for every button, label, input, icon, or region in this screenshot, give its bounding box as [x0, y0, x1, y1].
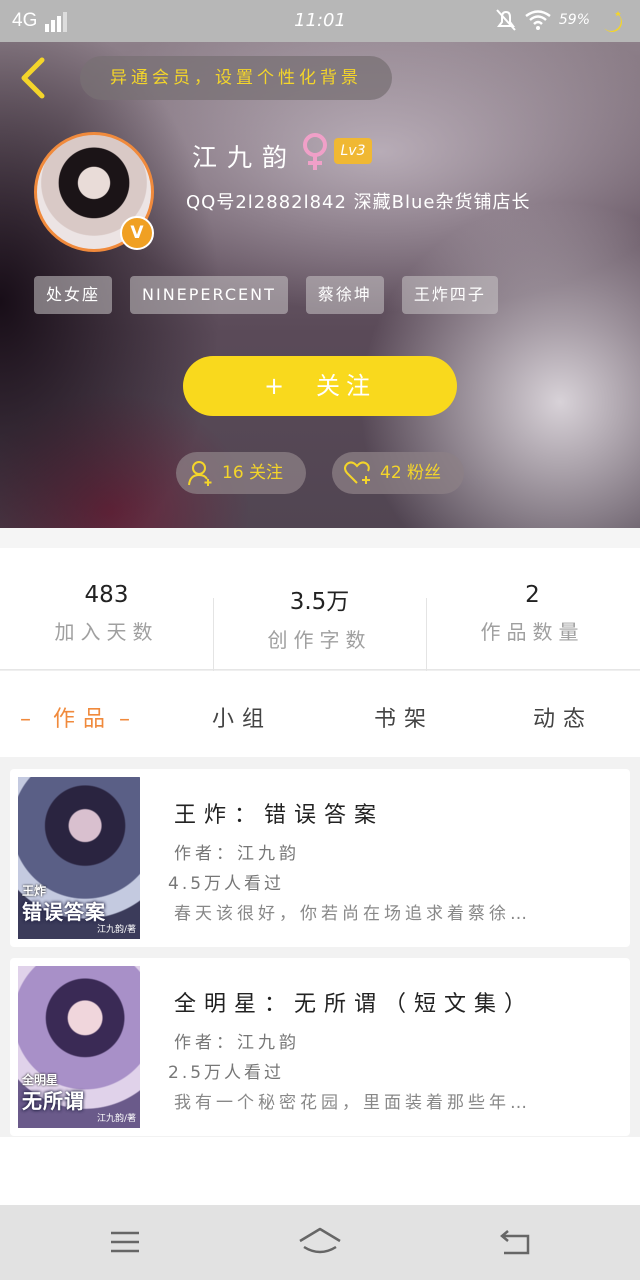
tag[interactable]: 王炸四子 — [401, 276, 498, 314]
tab-dash: – — [119, 707, 139, 732]
work-views: 4.5万人看过 — [168, 874, 285, 894]
system-nav-bar — [0, 1205, 640, 1280]
work-description: 春天该很好，你若尚在场追求着蔡徐… — [174, 904, 531, 924]
home-icon[interactable] — [298, 1225, 342, 1259]
mute-icon — [496, 9, 516, 31]
battery-level: 59% — [558, 12, 590, 28]
work-author: 作者：江九韵 — [174, 1033, 300, 1053]
tab-label: 作品 — [53, 707, 114, 732]
work-author: 作者：江九韵 — [174, 844, 300, 864]
tab-dash: – — [20, 707, 39, 732]
book-cover: 全明星 无所谓 江九韵/著 — [18, 966, 140, 1128]
avatar[interactable]: V — [34, 132, 154, 252]
follow-label: 关注 — [316, 372, 377, 400]
list-footer — [0, 1137, 640, 1205]
female-icon — [303, 133, 327, 170]
tab-bookshelf[interactable]: 书架 — [374, 701, 434, 733]
stat-label: 创作字数 — [267, 628, 372, 652]
tab-bar: – 作品 – 小组 书架 动态 — [0, 671, 640, 757]
fans-button[interactable]: 42 粉丝 — [332, 452, 464, 494]
cover-author: 江九韵/著 — [96, 1114, 136, 1124]
stat-label: 加入天数 — [54, 620, 159, 644]
stat-word-count: 3.5万 创作字数 — [213, 582, 426, 653]
tag[interactable]: NINEPERCENT — [130, 276, 288, 314]
work-description: 我有一个秘密花园，里面装着那些年… — [174, 1093, 531, 1113]
work-views: 2.5万人看过 — [168, 1063, 285, 1083]
fans-count: 42 粉丝 — [380, 463, 442, 483]
stat-join-days: 483 加入天数 — [0, 582, 213, 645]
tag-list: 处女座 NINEPERCENT 蔡徐坤 王炸四子 — [34, 276, 498, 314]
profile-header: 异通会员，设置个性化背景 V 江九韵 Lv3 QQ号2l2882l842 深藏B… — [0, 42, 640, 528]
back-arrow-icon[interactable] — [16, 56, 56, 100]
stat-value: 2 — [525, 582, 540, 608]
work-card[interactable]: 全明星 无所谓 江九韵/著 全明星：无所谓（短文集） 作者：江九韵 2.5万人看… — [10, 958, 630, 1136]
level-badge: Lv3 — [334, 138, 372, 164]
stat-label: 作品数量 — [480, 620, 585, 644]
tab-works[interactable]: – 作品 – — [20, 701, 138, 733]
following-button[interactable]: 16 关注 — [176, 452, 306, 494]
user-name: 江九韵 — [192, 143, 298, 172]
work-title: 全明星：无所谓（短文集） — [174, 992, 535, 1017]
book-cover: 王炸 错误答案 江九韵/著 — [18, 777, 140, 939]
cover-title: 无所谓 — [22, 1089, 85, 1113]
work-title: 王炸：错误答案 — [174, 803, 385, 828]
custom-background-prompt[interactable]: 异通会员，设置个性化背景 — [80, 56, 392, 100]
user-add-icon — [188, 461, 212, 486]
tag[interactable]: 蔡徐坤 — [305, 276, 384, 314]
follow-button[interactable]: + 关注 — [183, 356, 457, 416]
menu-icon[interactable] — [105, 1225, 145, 1259]
back-icon[interactable] — [496, 1225, 536, 1259]
cover-title: 错误答案 — [22, 900, 106, 924]
wifi-icon — [525, 10, 551, 30]
stat-value: 3.5万 — [289, 589, 350, 615]
night-mode-icon — [604, 11, 622, 32]
cover-author: 江九韵/著 — [96, 925, 136, 935]
stats-panel: 483 加入天数 3.5万 创作字数 2 作品数量 — [0, 528, 640, 674]
plus-icon: + — [263, 372, 291, 400]
stat-works-count: 2 作品数量 — [426, 582, 639, 645]
tab-activity[interactable]: 动态 — [533, 701, 593, 733]
heart-add-icon — [344, 461, 370, 484]
stat-value: 483 — [84, 582, 129, 608]
tag[interactable]: 处女座 — [34, 276, 113, 314]
user-bio: QQ号2l2882l842 深藏Blue杂货铺店长 — [186, 192, 531, 213]
vip-badge: V — [120, 216, 154, 250]
status-bar: 4G 11:01 59% — [0, 0, 640, 42]
following-count: 16 关注 — [222, 463, 284, 483]
work-card[interactable]: 王炸 错误答案 江九韵/著 王炸：错误答案 作者：江九韵 4.5万人看过 春天该… — [10, 769, 630, 947]
tab-groups[interactable]: 小组 — [212, 701, 272, 733]
